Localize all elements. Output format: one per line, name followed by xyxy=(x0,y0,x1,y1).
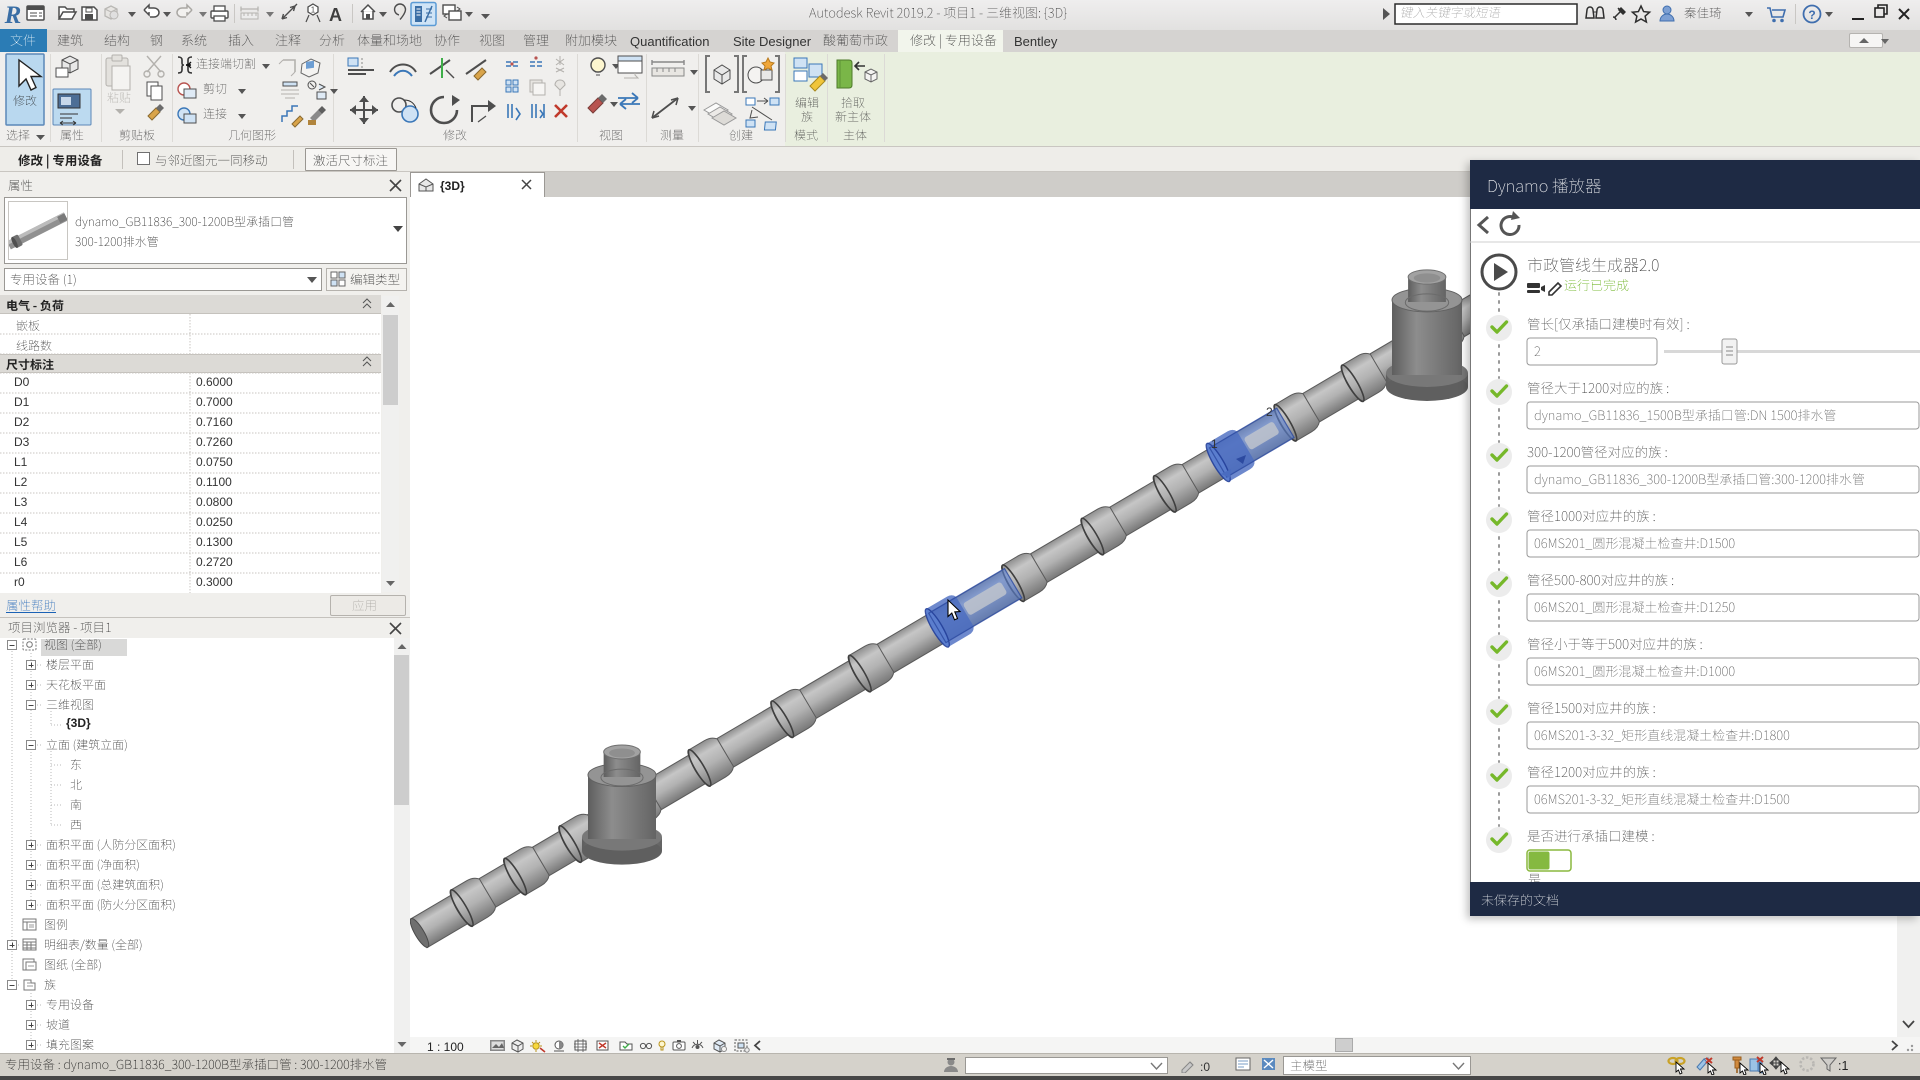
svg-text:R: R xyxy=(4,2,22,29)
svg-text:2: 2 xyxy=(1266,405,1273,419)
svg-text:1: 1 xyxy=(311,6,316,15)
svg-text:?: ? xyxy=(1808,8,1815,22)
svg-text:1: 1 xyxy=(1211,437,1218,451)
svg-text:A: A xyxy=(329,5,342,25)
